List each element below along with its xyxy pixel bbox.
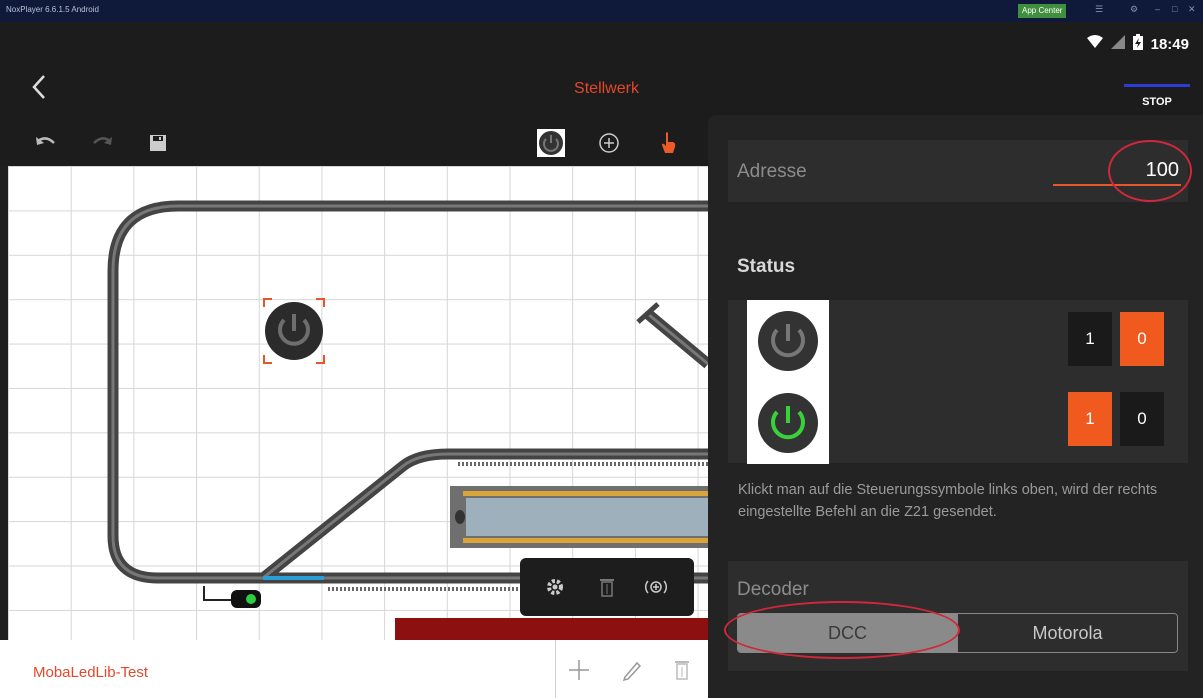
status-row1-value-1-button[interactable]: 1 xyxy=(1068,312,1112,366)
signal-icon xyxy=(1110,35,1125,53)
app-center-button[interactable]: App Center xyxy=(1018,4,1067,18)
layout-name-link[interactable]: MobaLedLib-Test xyxy=(33,664,148,681)
emulator-title-bar: NoxPlayer 6.6.1.5 Android App Center ☰ ⚙… xyxy=(0,0,1203,22)
status-row2-value-1-button[interactable]: 1 xyxy=(1068,392,1112,446)
wifi-icon xyxy=(1086,35,1103,53)
divider xyxy=(555,640,556,698)
battery-icon xyxy=(1132,34,1143,54)
status-row2-value-0-button[interactable]: 0 xyxy=(1120,392,1164,446)
element-context-toolbar xyxy=(520,558,694,616)
decoder-option-dcc[interactable]: DCC xyxy=(738,614,957,652)
station-platform xyxy=(450,486,708,548)
status-row-on[interactable] xyxy=(747,382,829,464)
power-off-icon xyxy=(758,311,818,371)
emulator-minimize-icon[interactable]: – xyxy=(1155,4,1160,14)
power-switch-symbol[interactable] xyxy=(263,298,325,364)
page-title: Stellwerk xyxy=(574,80,639,97)
app-header: 18:49 Stellwerk STOP xyxy=(0,22,1203,120)
status-box: 1 0 1 0 xyxy=(728,300,1188,464)
address-input[interactable] xyxy=(1053,156,1181,186)
properties-panel: Adresse Status 1 0 1 0 Klickt man auf di… xyxy=(708,115,1203,698)
stop-button[interactable]: STOP xyxy=(1124,84,1190,114)
decoder-option-motorola[interactable]: Motorola xyxy=(957,614,1177,652)
track-spur xyxy=(636,302,708,369)
rotate-icon[interactable] xyxy=(641,572,671,602)
signal-symbol[interactable] xyxy=(203,586,261,608)
save-icon[interactable] xyxy=(143,128,173,158)
redo-icon[interactable] xyxy=(88,128,118,158)
editor-toolbar xyxy=(0,120,708,166)
emulator-title: NoxPlayer 6.6.1.5 Android xyxy=(6,5,99,14)
address-row: Adresse xyxy=(728,140,1188,202)
emulator-menu-icon[interactable]: ☰ xyxy=(1095,4,1103,15)
emulator-maximize-icon[interactable]: □ xyxy=(1172,4,1177,14)
android-status-bar: 18:49 xyxy=(1086,34,1189,54)
status-row-off[interactable] xyxy=(747,300,829,382)
emulator-close-icon[interactable]: ✕ xyxy=(1188,4,1196,15)
status-row1-value-0-button[interactable]: 0 xyxy=(1120,312,1164,366)
edit-pencil-icon[interactable] xyxy=(617,654,647,686)
bottom-bar: MobaLedLib-Test xyxy=(0,640,708,698)
red-platform-block xyxy=(395,618,708,640)
clock: 18:49 xyxy=(1150,35,1189,53)
power-symbol-tool-icon[interactable] xyxy=(536,128,566,158)
address-label: Adresse xyxy=(737,161,807,182)
touch-hand-icon[interactable] xyxy=(654,128,684,158)
add-icon[interactable] xyxy=(564,654,594,686)
emulator-settings-icon[interactable]: ⚙ xyxy=(1130,4,1138,15)
status-heading: Status xyxy=(737,256,796,277)
power-on-icon xyxy=(758,393,818,453)
add-circle-icon[interactable] xyxy=(594,128,624,158)
decoder-box: Decoder DCC Motorola xyxy=(728,561,1188,671)
trash-icon[interactable] xyxy=(592,572,622,602)
gear-icon[interactable] xyxy=(540,572,570,602)
undo-icon[interactable] xyxy=(30,128,60,158)
decoder-label: Decoder xyxy=(737,579,809,600)
decoder-segmented-control: DCC Motorola xyxy=(737,613,1178,653)
help-text: Klickt man auf die Steuerungssymbole lin… xyxy=(738,482,1158,520)
delete-icon[interactable] xyxy=(667,654,697,686)
